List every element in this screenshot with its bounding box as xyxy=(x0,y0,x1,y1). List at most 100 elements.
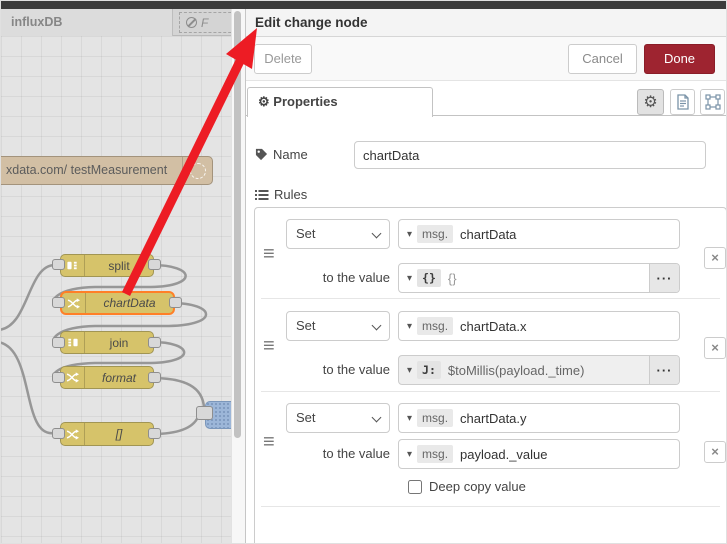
value-text: $toMillis(payload._time) xyxy=(447,362,585,378)
deep-copy-checkbox[interactable] xyxy=(408,479,422,494)
drag-handle-icon[interactable]: ≡ xyxy=(263,336,275,356)
type-msg: msg. xyxy=(417,317,454,335)
to-the-value-label: to the value xyxy=(322,270,390,285)
property-value: chartData.y xyxy=(460,410,527,426)
rule2-value-input[interactable]: ▾ J: $toMillis(payload._time) ··· xyxy=(398,355,680,385)
flow-canvas[interactable]: xdata.com/ testMeasurement split chartDa… xyxy=(1,1,245,543)
port-out[interactable] xyxy=(148,428,161,439)
rule1-property-input[interactable]: ▾ msg. chartData xyxy=(398,219,680,249)
disabled-flow-icon xyxy=(186,17,197,28)
node-label: chartData xyxy=(103,296,156,310)
header-bar-edge xyxy=(1,1,726,9)
port-in[interactable] xyxy=(196,406,213,420)
scrollbar-thumb[interactable] xyxy=(234,11,241,438)
rule1-action-select[interactable]: Set xyxy=(286,219,390,249)
done-button[interactable]: Done xyxy=(644,44,715,74)
node-label: split xyxy=(108,258,130,273)
node-bracket-change[interactable]: [] xyxy=(60,422,154,446)
node-influxdb-out[interactable]: xdata.com/ testMeasurement xyxy=(1,156,213,185)
tray-toolbar: Delete Cancel Done xyxy=(246,37,726,81)
property-value: chartData xyxy=(460,226,517,242)
edit-tray: Edit change node Delete Cancel Done ⚙ Pr… xyxy=(245,9,726,543)
type-json: {} xyxy=(417,269,441,287)
value-text: {} xyxy=(447,270,457,286)
chevron-down-icon xyxy=(371,412,382,423)
port-in[interactable] xyxy=(52,428,65,439)
selected-option: Set xyxy=(296,410,316,425)
node-split[interactable]: split xyxy=(60,254,154,277)
port-out[interactable] xyxy=(169,297,182,308)
deep-copy-option: Deep copy value xyxy=(408,479,526,494)
influxdb-icon xyxy=(182,157,212,184)
document-icon xyxy=(676,94,689,110)
tag-icon xyxy=(255,148,268,161)
rule-separator xyxy=(261,391,720,392)
rule1-value-input[interactable]: ▾ {} {} ··· xyxy=(398,263,680,293)
drag-handle-icon[interactable]: ≡ xyxy=(263,432,275,452)
rule2-property-input[interactable]: ▾ msg. chartData.x xyxy=(398,311,680,341)
expand-editor-button[interactable]: ··· xyxy=(649,264,679,292)
gear-icon: ⚙ xyxy=(643,94,658,111)
node-label: xdata.com/ testMeasurement xyxy=(6,163,168,177)
node-join[interactable]: join xyxy=(60,331,154,354)
cancel-button[interactable]: Cancel xyxy=(568,44,637,74)
selected-option: Set xyxy=(296,318,316,333)
description-view-button[interactable] xyxy=(670,89,695,115)
port-out[interactable] xyxy=(148,337,161,348)
properties-view-button[interactable]: ⚙ xyxy=(637,89,664,115)
port-in[interactable] xyxy=(52,259,65,270)
workspace-tab-bar: influxDB F xyxy=(1,9,245,36)
rules-list: ≡ Set ▾ msg. chartData × to the value ▾ … xyxy=(254,207,726,543)
caret-down-icon[interactable]: ▾ xyxy=(407,365,412,376)
caret-down-icon[interactable]: ▾ xyxy=(407,449,412,460)
type-msg: msg. xyxy=(417,225,454,243)
rule3-action-select[interactable]: Set xyxy=(286,403,390,433)
port-in[interactable] xyxy=(52,372,65,383)
gear-icon: ⚙ xyxy=(258,94,270,109)
change-icon xyxy=(62,293,86,313)
name-input[interactable] xyxy=(354,141,706,169)
rule2-action-select[interactable]: Set xyxy=(286,311,390,341)
port-in[interactable] xyxy=(52,337,65,348)
rule2-remove-button[interactable]: × xyxy=(704,337,726,359)
rule1-remove-button[interactable]: × xyxy=(704,247,726,269)
canvas-vertical-scrollbar[interactable] xyxy=(231,9,245,543)
to-the-value-label: to the value xyxy=(322,362,390,377)
port-in[interactable] xyxy=(52,297,65,308)
deep-copy-label: Deep copy value xyxy=(429,479,526,494)
node-format-change[interactable]: format xyxy=(60,366,154,389)
node-red-window: xdata.com/ testMeasurement split chartDa… xyxy=(0,0,727,544)
tray-title: Edit change node xyxy=(246,9,726,37)
port-out[interactable] xyxy=(148,259,161,270)
tab-influxdb[interactable]: influxDB xyxy=(1,9,173,36)
appearance-view-button[interactable] xyxy=(700,89,725,115)
expand-editor-button[interactable]: ··· xyxy=(649,356,679,384)
rule3-value-input[interactable]: ▾ msg. payload._value xyxy=(398,439,680,469)
rule3-remove-button[interactable]: × xyxy=(704,441,726,463)
tab-label: Properties xyxy=(273,94,338,109)
node-label: format xyxy=(101,370,136,385)
tab-label: F xyxy=(201,15,209,30)
rule3-property-input[interactable]: ▾ msg. chartData.y xyxy=(398,403,680,433)
tab-properties[interactable]: ⚙ Properties xyxy=(247,87,433,117)
drag-handle-icon[interactable]: ≡ xyxy=(263,244,275,264)
caret-down-icon[interactable]: ▾ xyxy=(407,321,412,332)
wire xyxy=(151,376,206,409)
delete-button[interactable]: Delete xyxy=(254,44,312,74)
name-field-label: Name xyxy=(255,147,308,162)
node-label: [] xyxy=(115,427,123,441)
chevron-down-icon xyxy=(371,228,382,239)
caret-down-icon[interactable]: ▾ xyxy=(407,229,412,240)
type-msg: msg. xyxy=(417,445,454,463)
port-out[interactable] xyxy=(148,372,161,383)
wire xyxy=(1,263,56,331)
wire xyxy=(1,341,55,435)
appearance-icon xyxy=(704,94,721,110)
type-msg: msg. xyxy=(417,409,454,427)
selected-option: Set xyxy=(296,226,316,241)
node-chartdata-change[interactable]: chartData xyxy=(60,291,175,315)
caret-down-icon[interactable]: ▾ xyxy=(407,413,412,424)
to-the-value-label: to the value xyxy=(322,446,390,461)
property-value: chartData.x xyxy=(460,318,527,334)
caret-down-icon[interactable]: ▾ xyxy=(407,273,412,284)
